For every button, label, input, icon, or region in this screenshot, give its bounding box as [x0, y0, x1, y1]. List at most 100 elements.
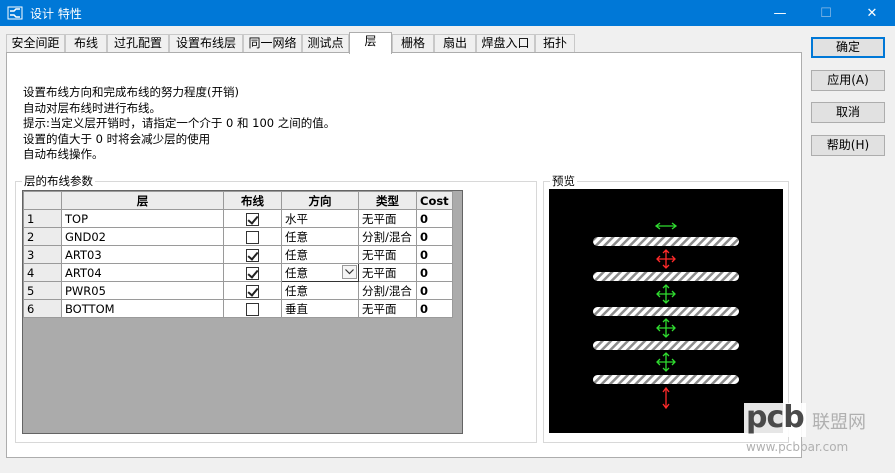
- type-cell[interactable]: 分割/混合: [358, 227, 417, 246]
- type-cell[interactable]: 无平面: [358, 299, 417, 318]
- type-cell[interactable]: 无平面: [358, 245, 417, 264]
- title-bar: 设计 特性 — ☐ ✕: [0, 0, 895, 26]
- col-header-type[interactable]: 类型: [358, 191, 417, 210]
- layer-params-group: 层的布线参数 层 布线 方向 类型 Cost 1 TOP 水平 无平面 0 2 …: [15, 174, 537, 443]
- layer-bar: [593, 272, 739, 281]
- type-cell[interactable]: 无平面: [358, 209, 417, 228]
- description-line: 设置布线方向和完成布线的努力程度(开销): [23, 85, 239, 99]
- routed-checkbox[interactable]: [246, 212, 259, 226]
- tab-via-config[interactable]: 过孔配置: [107, 34, 169, 53]
- layer-bar: [593, 375, 739, 384]
- cost-cell[interactable]: 0: [416, 263, 453, 282]
- col-header-direction[interactable]: 方向: [281, 191, 359, 210]
- layer-name: ART03: [61, 245, 224, 264]
- watermark-brand: pcb: [746, 400, 805, 435]
- watermark-cn: 联盟网: [812, 412, 866, 433]
- routed-cell: [223, 209, 282, 228]
- description-line: 提示:当定义层开销时，请指定一个介于 0 和 100 之间的值。: [23, 116, 336, 130]
- row-number: 3: [23, 245, 62, 264]
- app-icon: [7, 6, 23, 20]
- description-line: 自动布线操作。: [23, 147, 104, 161]
- routed-checkbox[interactable]: [246, 266, 259, 280]
- direction-dropdown[interactable]: 任意: [281, 263, 359, 282]
- routed-checkbox[interactable]: [246, 284, 259, 298]
- row-number: 4: [23, 263, 62, 282]
- tab-test-points[interactable]: 测试点: [302, 34, 349, 53]
- layer-bar: [593, 307, 739, 316]
- maximize-button[interactable]: ☐: [803, 0, 849, 26]
- watermark-url: www.pcbbar.com: [746, 440, 849, 454]
- col-header-num: [23, 191, 62, 210]
- cost-cell[interactable]: 0: [416, 209, 453, 228]
- layer-preview: [549, 189, 783, 433]
- table-header: 层 布线 方向 类型 Cost: [23, 191, 453, 210]
- description-text: 设置布线方向和完成布线的努力程度(开销) 自动对层布线时进行布线。 提示:当定义…: [23, 85, 335, 163]
- direction-cell[interactable]: 任意: [281, 227, 359, 246]
- layer-bar: [593, 237, 739, 246]
- omni-arrow-icon: [656, 352, 676, 372]
- tab-clearance[interactable]: 安全间距: [6, 34, 65, 53]
- routed-cell: [223, 299, 282, 318]
- layer-name: ART04: [61, 263, 224, 282]
- table-row: 1 TOP 水平 无平面 0: [23, 209, 453, 228]
- layer-name: BOTTOM: [61, 299, 224, 318]
- routed-cell: [223, 227, 282, 246]
- layer-name: TOP: [61, 209, 224, 228]
- layer-name: PWR05: [61, 281, 224, 300]
- apply-button[interactable]: 应用(A): [811, 70, 885, 91]
- minimize-button[interactable]: —: [757, 0, 803, 26]
- direction-cell[interactable]: 任意: [281, 281, 359, 300]
- window-title: 设计 特性: [30, 7, 82, 21]
- cost-cell[interactable]: 0: [416, 281, 453, 300]
- row-number: 5: [23, 281, 62, 300]
- col-header-routed[interactable]: 布线: [223, 191, 282, 210]
- cost-cell[interactable]: 0: [416, 227, 453, 246]
- watermark-logo: pcb 联盟网 www.pcbbar.com: [740, 400, 890, 463]
- routed-cell: [223, 281, 282, 300]
- direction-cell[interactable]: 垂直: [281, 299, 359, 318]
- row-number: 6: [23, 299, 62, 318]
- cost-cell[interactable]: 0: [416, 299, 453, 318]
- row-number: 2: [23, 227, 62, 246]
- direction-dropdown-value: 任意: [285, 265, 308, 280]
- table-row: 3 ART03 任意 无平面 0: [23, 245, 453, 264]
- tab-routing[interactable]: 布线: [65, 34, 107, 53]
- ok-button[interactable]: 确定: [811, 37, 885, 58]
- cancel-button[interactable]: 取消: [811, 102, 885, 123]
- layer-table: 层 布线 方向 类型 Cost 1 TOP 水平 无平面 0 2 GND02 任…: [23, 191, 453, 318]
- omni-arrow-icon: [656, 249, 676, 269]
- layer-name: GND02: [61, 227, 224, 246]
- tab-same-net[interactable]: 同一网络: [243, 34, 302, 53]
- routed-cell: [223, 245, 282, 264]
- tab-fanout[interactable]: 扇出: [434, 34, 476, 53]
- table-row: 2 GND02 任意 分割/混合 0: [23, 227, 453, 246]
- col-header-cost[interactable]: Cost: [416, 191, 453, 210]
- cost-cell[interactable]: 0: [416, 245, 453, 264]
- tab-panel: 设置布线方向和完成布线的努力程度(开销) 自动对层布线时进行布线。 提示:当定义…: [6, 52, 802, 458]
- help-button[interactable]: 帮助(H): [811, 135, 885, 156]
- tab-topology[interactable]: 拓扑: [535, 34, 575, 53]
- tab-layers[interactable]: 层: [349, 32, 392, 54]
- tab-grid[interactable]: 栅格: [392, 34, 434, 53]
- close-button[interactable]: ✕: [849, 0, 895, 26]
- type-cell[interactable]: 无平面: [358, 263, 417, 282]
- routed-checkbox[interactable]: [246, 248, 259, 262]
- tab-routing-layers[interactable]: 设置布线层: [169, 34, 243, 53]
- omni-arrow-icon: [656, 318, 676, 338]
- row-number: 1: [23, 209, 62, 228]
- table-row: 5 PWR05 任意 分割/混合 0: [23, 281, 453, 300]
- layer-params-label: 层的布线参数: [22, 174, 95, 188]
- table-row: 4 ART04 任意 无平面 0: [23, 263, 453, 282]
- routed-checkbox[interactable]: [246, 230, 259, 244]
- tab-pad-entry[interactable]: 焊盘入口: [476, 34, 535, 53]
- routed-checkbox[interactable]: [246, 302, 259, 316]
- table-row: 6 BOTTOM 垂直 无平面 0: [23, 299, 453, 318]
- col-header-layer[interactable]: 层: [61, 191, 224, 210]
- layer-preview-graphic: [593, 222, 739, 410]
- direction-cell[interactable]: 任意: [281, 245, 359, 264]
- type-cell[interactable]: 分割/混合: [358, 281, 417, 300]
- chevron-down-icon[interactable]: [342, 265, 357, 279]
- direction-cell[interactable]: 水平: [281, 209, 359, 228]
- omni-arrow-icon: [656, 284, 676, 304]
- vertical-arrow-icon: [662, 386, 670, 410]
